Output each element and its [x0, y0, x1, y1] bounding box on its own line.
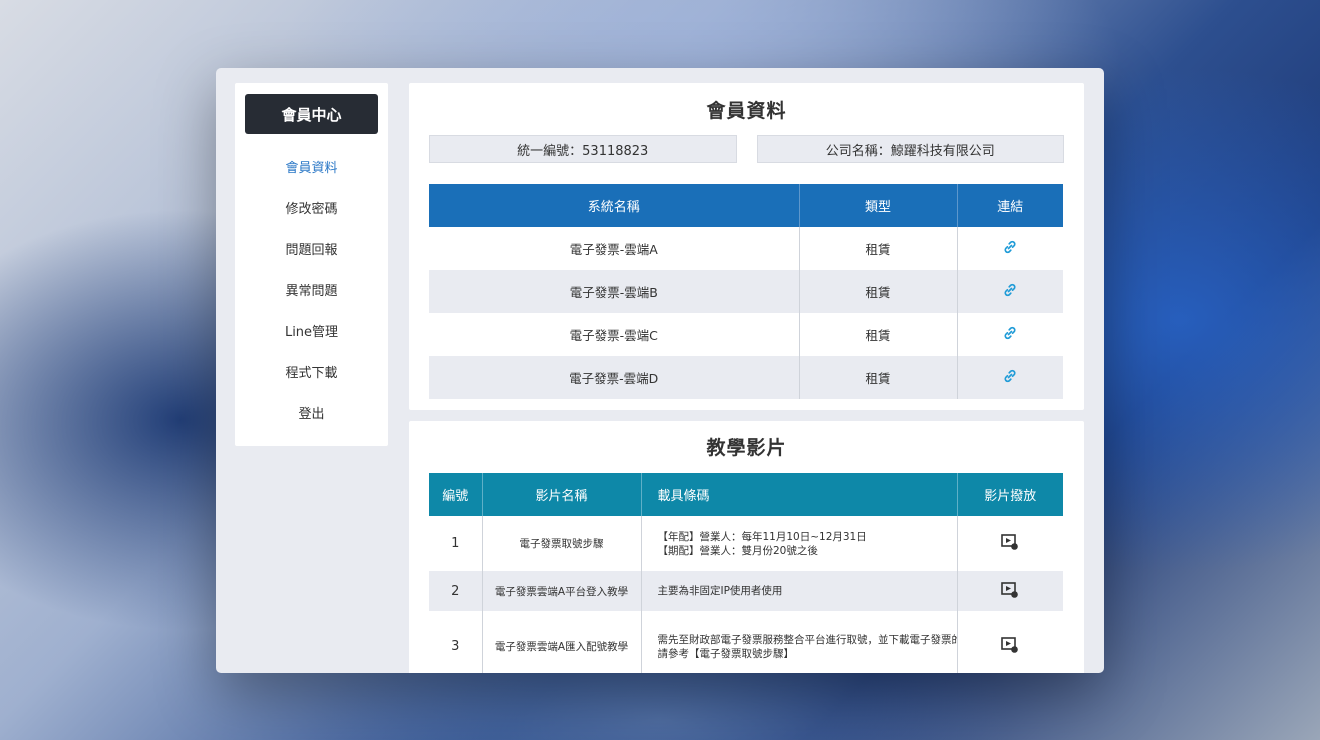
link-cell — [957, 356, 1063, 399]
company-name-field: 公司名稱：鯨躍科技有限公司 — [756, 135, 1064, 163]
type-cell: 租賃 — [799, 356, 958, 399]
tax-id-field: 統一編號：53118823 — [429, 135, 737, 163]
link-cell — [957, 227, 1063, 270]
link-icon[interactable] — [1002, 325, 1018, 341]
column-header-system-name: 系統名稱 — [429, 184, 800, 227]
link-icon[interactable] — [1002, 282, 1018, 298]
sidebar: 會員中心 會員資料 修改密碼 問題回報 異常問題 Line管理 程式下載 登出 — [235, 83, 388, 446]
video-number-cell: 3 — [429, 611, 483, 673]
app-window: 會員中心 會員資料 修改密碼 問題回報 異常問題 Line管理 程式下載 登出 … — [216, 68, 1104, 673]
video-play-icon[interactable] — [1000, 636, 1020, 654]
column-header-video-name: 影片名稱 — [482, 473, 642, 516]
column-header-carrier-barcode: 載具條碼 — [641, 473, 958, 516]
tutorial-videos-title: 教學影片 — [706, 437, 787, 459]
video-play-icon[interactable] — [1000, 533, 1020, 551]
system-table: 系統名稱 類型 連結 電子發票-雲端A 租賃 電子發票-雲端B 租賃 電子發票-… — [429, 184, 1063, 399]
sidebar-item-abnormal-issues[interactable]: 異常問題 — [235, 269, 388, 310]
sidebar-item-line-management[interactable]: Line管理 — [235, 310, 388, 351]
video-description-cell: 需先至財政部電子發票服務整合平台進行取號，並下載電子發票的配號檔 請參考【電子發… — [641, 611, 958, 673]
video-play-icon[interactable] — [1000, 581, 1020, 599]
table-row: 電子發票-雲端C 租賃 — [429, 313, 1063, 356]
video-description-cell: 主要為非固定IP使用者使用 — [641, 571, 958, 611]
system-name-cell: 電子發票-雲端D — [429, 356, 800, 399]
column-header-link: 連結 — [957, 184, 1063, 227]
description-line: 需先至財政部電子發票服務整合平台進行取號，並下載電子發票的配號檔 — [657, 633, 957, 646]
table-row: 電子發票-雲端A 租賃 — [429, 227, 1063, 270]
sidebar-item-change-password[interactable]: 修改密碼 — [235, 187, 388, 228]
member-info-title: 會員資料 — [706, 100, 787, 122]
link-icon[interactable] — [1002, 368, 1018, 384]
sidebar-item-logout[interactable]: 登出 — [235, 392, 388, 433]
column-header-type: 類型 — [799, 184, 958, 227]
system-name-cell: 電子發票-雲端A — [429, 227, 800, 270]
video-play-cell — [957, 611, 1063, 673]
link-cell — [957, 270, 1063, 313]
company-info-row: 統一編號：53118823 公司名稱：鯨躍科技有限公司 — [429, 135, 1064, 163]
sidebar-item-program-download[interactable]: 程式下載 — [235, 351, 388, 392]
video-name-cell: 電子發票雲端A平台登入教學 — [482, 571, 642, 611]
table-row: 電子發票-雲端B 租賃 — [429, 270, 1063, 313]
type-cell: 租賃 — [799, 227, 958, 270]
sidebar-item-issue-report[interactable]: 問題回報 — [235, 228, 388, 269]
system-name-cell: 電子發票-雲端B — [429, 270, 800, 313]
table-row: 電子發票-雲端D 租賃 — [429, 356, 1063, 399]
table-row: 1 電子發票取號步驟 【年配】營業人：每年11月10日~12月31日 【期配】營… — [429, 516, 1063, 571]
video-table: 編號 影片名稱 載具條碼 影片撥放 1 電子發票取號步驟 【年配】營業人：每年1… — [429, 473, 1063, 673]
video-number-cell: 1 — [429, 516, 483, 571]
type-cell: 租賃 — [799, 313, 958, 356]
column-header-number: 編號 — [429, 473, 483, 516]
video-number-cell: 2 — [429, 571, 483, 611]
description-line: 【期配】營業人：雙月份20號之後 — [657, 544, 818, 557]
video-table-header: 編號 影片名稱 載具條碼 影片撥放 — [429, 473, 1063, 516]
description-line: 主要為非固定IP使用者使用 — [657, 585, 783, 597]
description-line: 【年配】營業人：每年11月10日~12月31日 — [657, 530, 867, 543]
link-cell — [957, 313, 1063, 356]
description-line: 請參考【電子發票取號步驟】 — [657, 647, 795, 660]
system-name-cell: 電子發票-雲端C — [429, 313, 800, 356]
sidebar-item-member-info[interactable]: 會員資料 — [235, 146, 388, 187]
type-cell: 租賃 — [799, 270, 958, 313]
table-row: 3 電子發票雲端A匯入配號教學 需先至財政部電子發票服務整合平台進行取號，並下載… — [429, 611, 1063, 673]
column-header-video-play: 影片撥放 — [957, 473, 1063, 516]
table-row: 2 電子發票雲端A平台登入教學 主要為非固定IP使用者使用 — [429, 571, 1063, 611]
sidebar-title: 會員中心 — [245, 94, 378, 134]
video-description-cell: 【年配】營業人：每年11月10日~12月31日 【期配】營業人：雙月份20號之後 — [641, 516, 958, 571]
video-name-cell: 電子發票取號步驟 — [482, 516, 642, 571]
member-info-card: 會員資料 統一編號：53118823 公司名稱：鯨躍科技有限公司 系統名稱 類型… — [409, 83, 1084, 410]
video-play-cell — [957, 571, 1063, 611]
sidebar-menu: 會員資料 修改密碼 問題回報 異常問題 Line管理 程式下載 登出 — [235, 146, 388, 433]
system-table-header: 系統名稱 類型 連結 — [429, 184, 1063, 227]
link-icon[interactable] — [1002, 239, 1018, 255]
video-name-cell: 電子發票雲端A匯入配號教學 — [482, 611, 642, 673]
video-play-cell — [957, 516, 1063, 571]
tutorial-videos-card: 教學影片 編號 影片名稱 載具條碼 影片撥放 1 電子發票取號步驟 【年配】營業… — [409, 421, 1084, 673]
